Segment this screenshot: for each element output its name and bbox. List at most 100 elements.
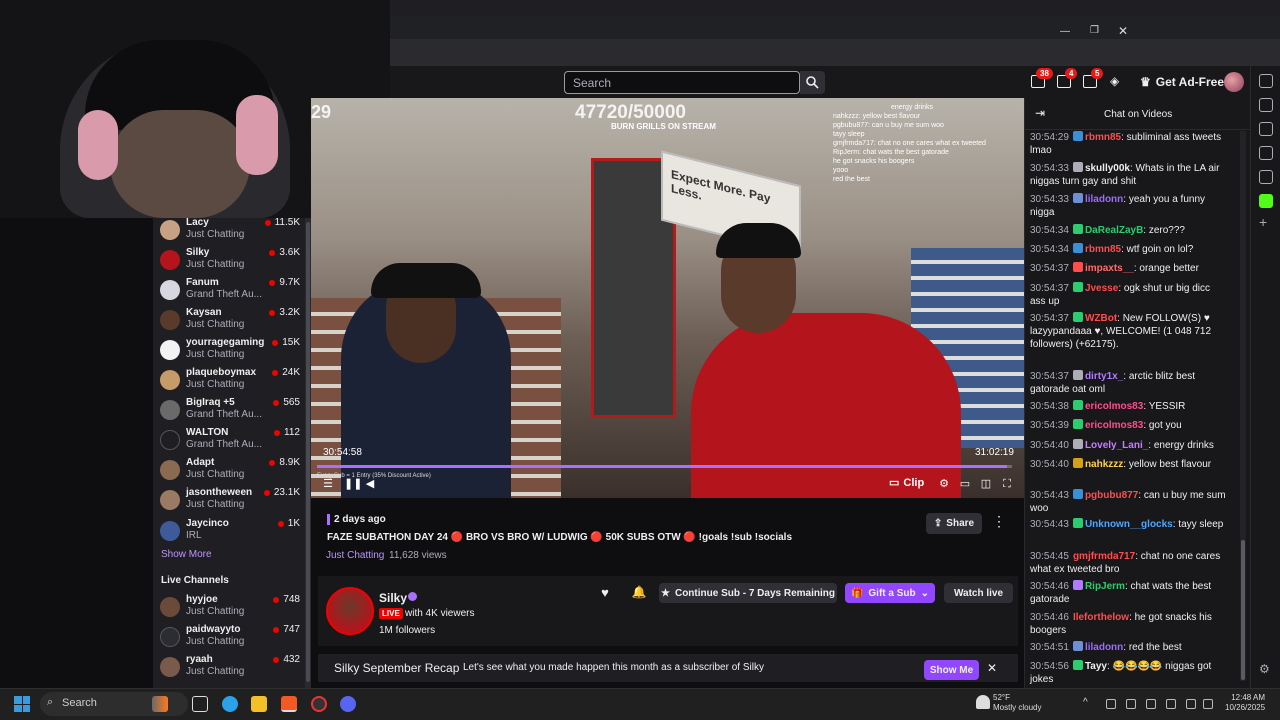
chat-username[interactable]: rbmn85 [1085, 132, 1121, 143]
minimize-icon[interactable]: — [1060, 26, 1070, 37]
chat-badge-icon[interactable] [1072, 282, 1083, 292]
collapse-chat-icon[interactable]: ⇥ [1035, 106, 1045, 120]
cast-icon[interactable]: ▭ [959, 478, 971, 490]
edge-icon[interactable] [222, 696, 238, 712]
sidebar-channel[interactable]: Fanum Grand Theft Au... 9.7K [160, 277, 300, 307]
chat-username[interactable]: impaxts__ [1085, 263, 1134, 274]
search-button[interactable] [800, 71, 825, 94]
app-icon[interactable] [311, 696, 327, 712]
chat-username[interactable]: ericolmos83 [1085, 401, 1143, 412]
volume-icon[interactable] [1203, 699, 1213, 709]
chat-username[interactable]: skully00k [1085, 163, 1130, 174]
fullscreen-icon[interactable]: ⛶ [1001, 478, 1013, 490]
chat-badge-icon[interactable] [1072, 400, 1083, 410]
sidebar-channel[interactable]: Lacy Just Chatting 11.5K [160, 217, 300, 247]
brave-icon[interactable] [281, 696, 297, 712]
chat-username[interactable]: dirty1x_ [1085, 371, 1123, 382]
live-channel[interactable]: paidwayyto Just Chatting 747 [160, 624, 300, 654]
follow-heart-icon[interactable]: ♥ [595, 585, 615, 603]
extension-icon[interactable] [1259, 98, 1273, 112]
notification-bell-icon[interactable]: 🔔 [631, 585, 647, 603]
taskbar-weather[interactable]: 52°F Mostly cloudy [993, 693, 1041, 713]
chat-badge-icon[interactable] [1072, 489, 1083, 499]
chat-badge-icon[interactable] [1072, 162, 1083, 172]
chat-badge-icon[interactable] [1072, 224, 1083, 234]
chat-username[interactable]: ericolmos83 [1085, 420, 1143, 431]
pause-icon[interactable]: ❚❚ [344, 478, 362, 490]
tray-icon[interactable] [1126, 699, 1136, 709]
chat-badge-icon[interactable] [1072, 419, 1083, 429]
extension-icon[interactable] [1259, 170, 1273, 184]
chat-badge-icon[interactable] [1072, 641, 1083, 651]
user-avatar[interactable] [1224, 72, 1244, 92]
chat-username[interactable]: liladonn [1085, 642, 1123, 653]
chat-username[interactable]: Tayy [1085, 661, 1107, 672]
discord-icon[interactable] [340, 696, 356, 712]
windows-start-icon[interactable] [14, 696, 30, 712]
chat-username[interactable]: gmjfrmda717 [1073, 551, 1135, 562]
playlist-icon[interactable]: ☰ [322, 478, 334, 490]
tray-icon[interactable] [1146, 699, 1156, 709]
chat-username[interactable]: RipJerm [1085, 581, 1125, 592]
task-view-icon[interactable] [192, 696, 208, 712]
share-button[interactable]: ⇪ Share [926, 513, 982, 534]
sidebar-channel[interactable]: BigIraq +5 Grand Theft Au... 565 [160, 397, 300, 427]
tray-icon[interactable] [1106, 699, 1116, 709]
live-channel[interactable]: ryaah Just Chatting 432 [160, 654, 300, 684]
close-icon[interactable]: ✕ [987, 661, 997, 675]
sidebar-scroll-thumb[interactable] [306, 222, 310, 682]
chat-username[interactable]: Lovely_Lani_ [1085, 440, 1148, 451]
bits-icon[interactable]: ◈ [1110, 74, 1119, 88]
channel-name[interactable]: Silky [379, 591, 407, 605]
extension-icon[interactable] [1259, 74, 1273, 88]
chat-badge-icon[interactable] [1072, 243, 1083, 253]
chat-badge-icon[interactable] [1072, 370, 1083, 380]
live-channel[interactable]: hyyjoe Just Chatting 748 [160, 594, 300, 624]
taskbar-clock[interactable]: 12:48 AM 10/26/2025 [1225, 693, 1265, 713]
chat-username[interactable]: rbmn85 [1085, 244, 1121, 255]
chat-badge-icon[interactable] [1072, 439, 1083, 449]
sidebar-channel[interactable]: yourragegaming Just Chatting 15K [160, 337, 300, 367]
chevron-up-icon[interactable]: ^ [1083, 697, 1088, 708]
get-ad-free-button[interactable]: ♛ Get Ad-Free [1140, 73, 1224, 91]
video-player[interactable]: Expect More. Pay Less. 29 47720/50000 BU… [311, 98, 1024, 498]
more-options-icon[interactable]: ⋮ [992, 513, 1006, 533]
search-input[interactable]: Search [564, 71, 800, 94]
chat-badge-icon[interactable] [1072, 262, 1083, 272]
continue-sub-button[interactable]: ★ Continue Sub - 7 Days Remaining [659, 583, 837, 603]
wifi-icon[interactable] [1186, 699, 1196, 709]
chat-username[interactable]: pgbubu877 [1085, 490, 1138, 501]
chat-badge-icon[interactable] [1072, 518, 1083, 528]
maximize-icon[interactable]: ❐ [1090, 25, 1099, 36]
chat-username[interactable]: Ileforthelow [1073, 612, 1129, 623]
volume-icon[interactable]: ◀ [364, 478, 376, 490]
chat-badge-icon[interactable] [1072, 580, 1083, 590]
watch-live-button[interactable]: Watch live [944, 583, 1013, 603]
show-me-button[interactable]: Show Me [924, 660, 979, 680]
sidebar-channel[interactable]: Jaycinco IRL 1K [160, 518, 300, 548]
chat-username[interactable]: liladonn [1085, 194, 1123, 205]
clip-button[interactable]: ▭ Clip [889, 476, 924, 490]
chat-username[interactable]: Jvesse [1085, 283, 1118, 294]
chat-username[interactable]: DaRealZayB [1085, 225, 1143, 236]
sidebar-channel[interactable]: plaqueboymax Just Chatting 24K [160, 367, 300, 397]
vod-category-link[interactable]: Just Chatting [326, 550, 384, 561]
chat-scroll-thumb[interactable] [1241, 540, 1245, 680]
chat-badge-icon[interactable] [1072, 131, 1083, 141]
theatre-mode-icon[interactable]: ◫ [980, 478, 992, 490]
gift-sub-button[interactable]: 🎁 Gift a Sub ⌄ [845, 583, 935, 603]
sidebar-channel[interactable]: jasontheween Just Chatting 23.1K [160, 487, 300, 517]
chat-badge-icon[interactable] [1072, 312, 1083, 322]
chat-badge-icon[interactable] [1072, 193, 1083, 203]
kick-icon[interactable] [1259, 194, 1273, 208]
close-window-icon[interactable]: ✕ [1118, 24, 1128, 38]
add-panel-icon[interactable]: + [1259, 214, 1267, 230]
chat-badge-icon[interactable] [1072, 660, 1083, 670]
chat-badge-icon[interactable] [1072, 458, 1083, 468]
extension-icon[interactable] [1259, 122, 1273, 136]
chat-username[interactable]: nahkzzz [1085, 459, 1123, 470]
chat-username[interactable]: WZBot [1085, 313, 1117, 324]
file-explorer-icon[interactable] [251, 696, 267, 712]
show-more-link[interactable]: Show More [161, 549, 212, 560]
channel-avatar[interactable] [326, 587, 374, 635]
